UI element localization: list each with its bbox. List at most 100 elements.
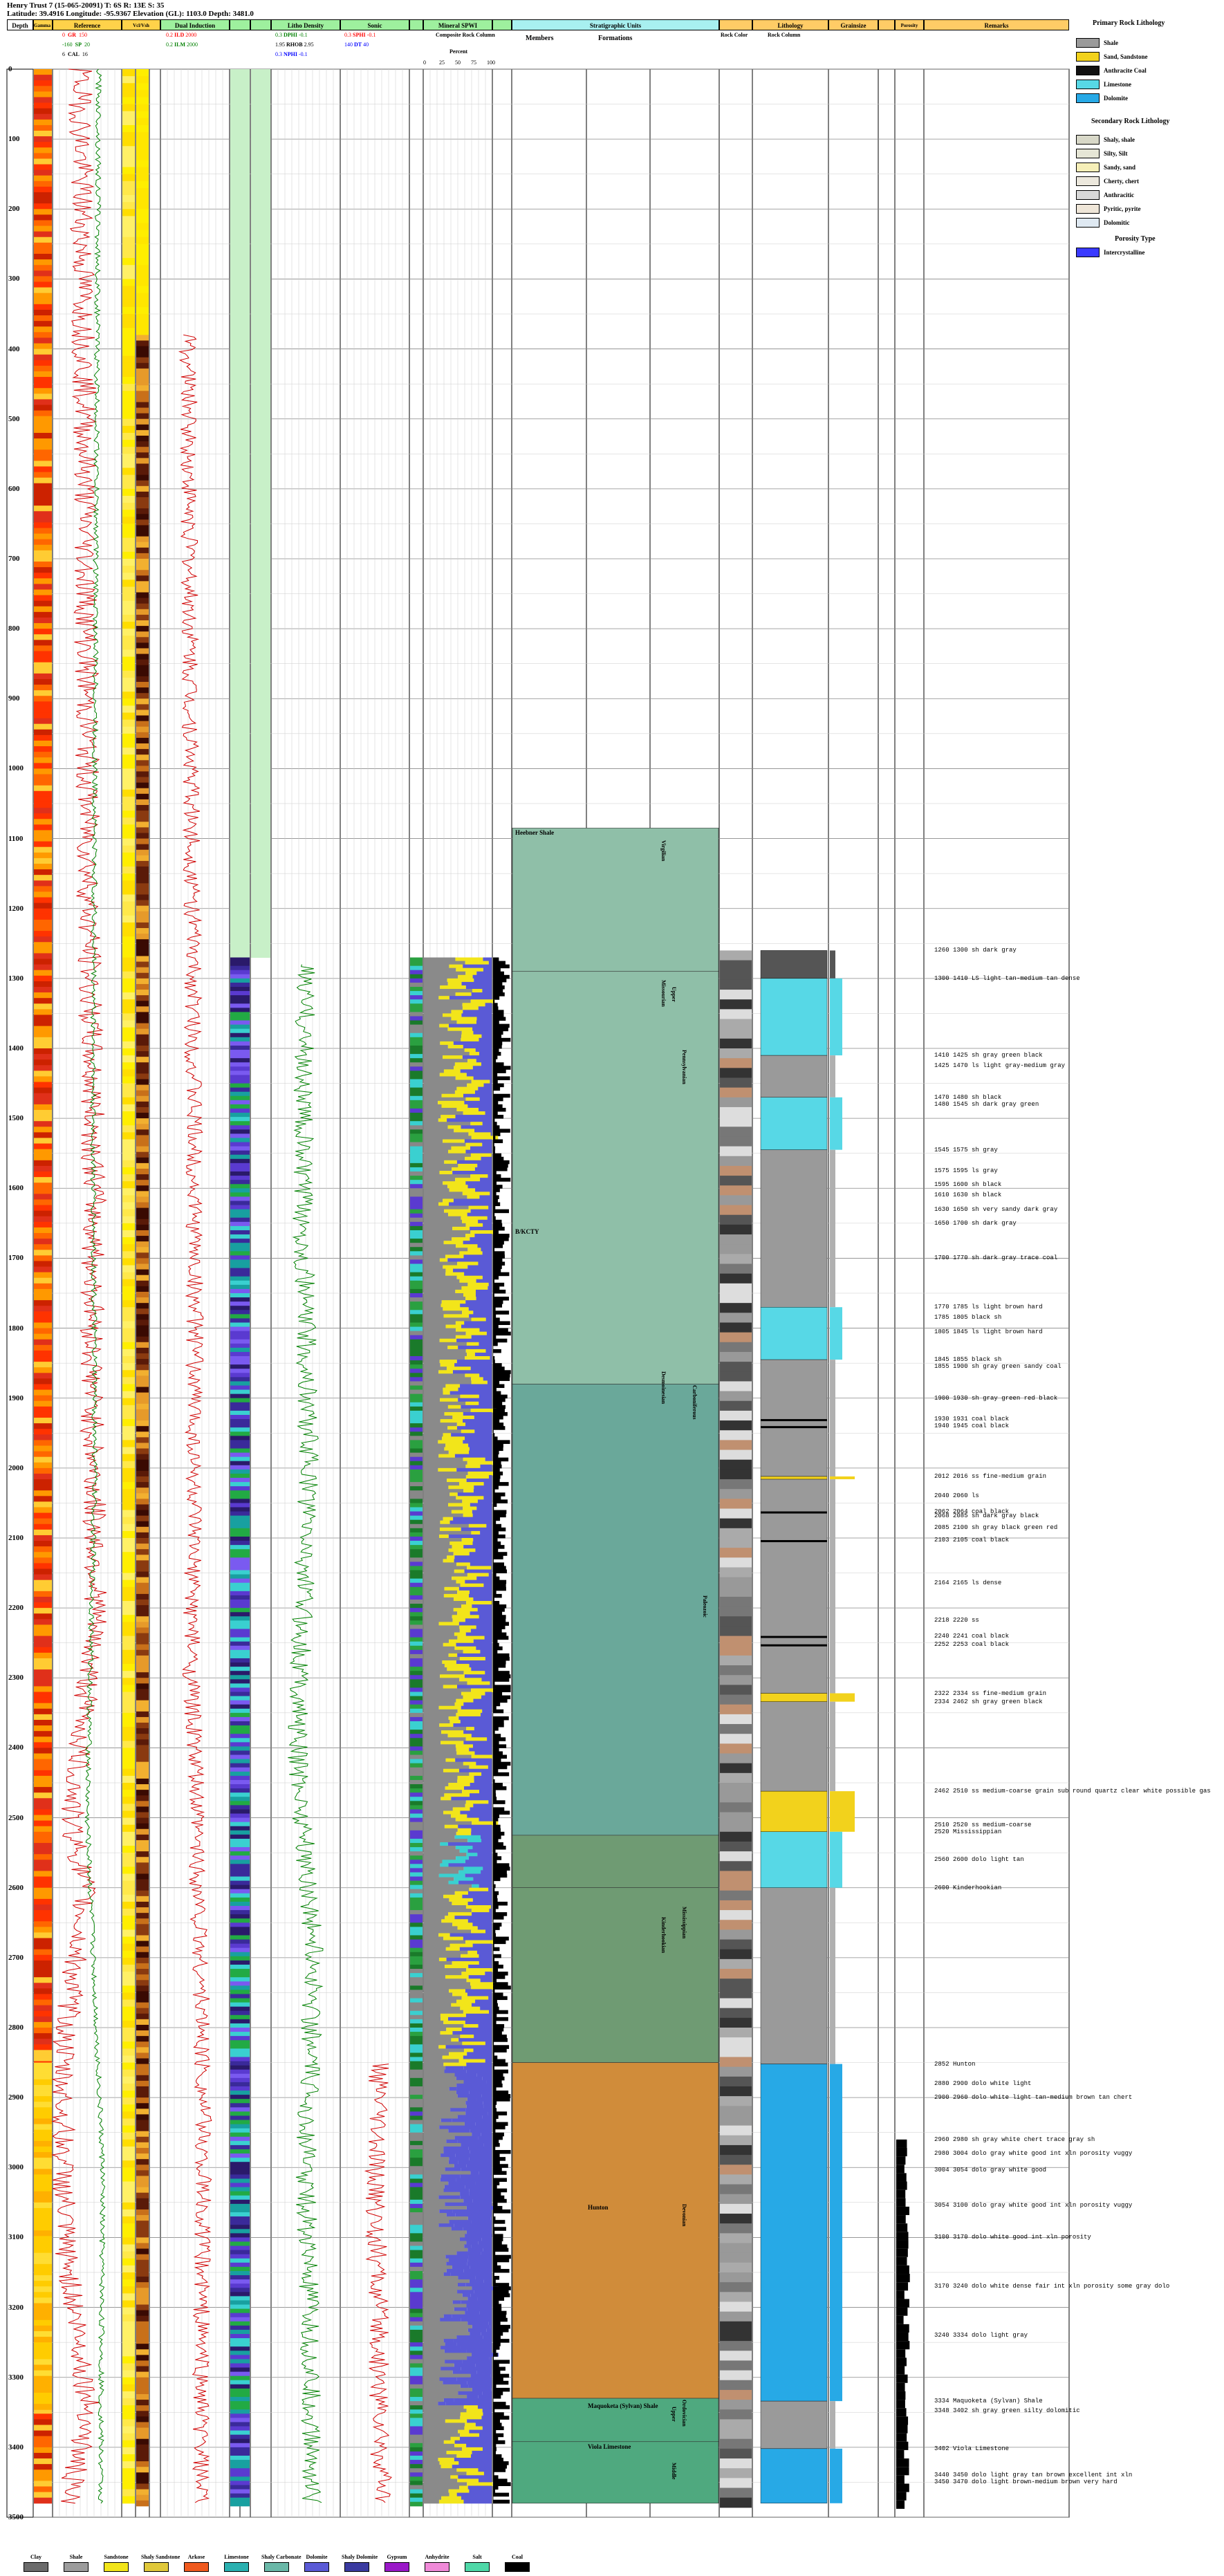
vcl-color-cell [122, 1615, 135, 1622]
spwi-sand [467, 2482, 493, 2486]
vcl-color-cell [122, 2230, 135, 2238]
spwi-sand [447, 1125, 461, 1129]
lithology-interval [760, 1479, 828, 1694]
mineral-color-cell [410, 1058, 423, 1063]
gr-color-cell [34, 1389, 52, 1396]
gr-color-cell [34, 69, 52, 75]
vsh-color-cell [230, 1683, 250, 1688]
gr-color-cell [34, 651, 52, 658]
vcl-color-cell [122, 867, 135, 874]
spwi-shale [424, 2132, 472, 2137]
vcl-color-cell [122, 2104, 135, 2112]
res-color-cell [136, 1488, 149, 1494]
gr-color-cell [34, 1876, 52, 1883]
mineral-color-cell [410, 2136, 423, 2142]
porosity-bar [493, 1800, 506, 1804]
porosity-bar [493, 2346, 500, 2350]
mineral-color-cell [410, 2095, 423, 2100]
vcl-color-cell [122, 663, 135, 671]
mineral-color-cell [410, 2229, 423, 2234]
res-color-cell [136, 1823, 149, 1830]
gr-color-cell [34, 1748, 52, 1754]
spwi-dolo [469, 1450, 492, 1455]
gr-color-cell [34, 1596, 52, 1603]
spwi-sand [447, 1345, 458, 1350]
depth-tick-label: 1800 [8, 1324, 24, 1333]
porosity-bar [493, 1433, 495, 1437]
spwi-dolo [485, 1457, 492, 1462]
spwi-shale [424, 1059, 468, 1063]
res-color-cell [136, 956, 149, 963]
depth-tick-label: 100 [8, 135, 20, 144]
spwi-dolo [461, 2496, 492, 2501]
gr-color-cell [34, 1960, 52, 1967]
spwi-shale [424, 1653, 449, 1658]
gr-color-cell [34, 992, 52, 999]
spwi-shale [424, 1450, 449, 1455]
spwi-sand [461, 1037, 479, 1042]
vcl-color-cell [122, 195, 135, 203]
gr-color-cell [34, 192, 52, 198]
res-color-cell [136, 536, 149, 543]
spwi-shale [424, 1093, 442, 1098]
spwi-dolo [460, 2346, 492, 2350]
vsh-color-cell [230, 1331, 250, 1336]
mineral-color-cell [410, 2002, 423, 2008]
vsh-color-cell [230, 1977, 250, 1982]
mineral-color-cell [410, 2367, 423, 2373]
res-color-cell [136, 2388, 149, 2395]
spwi-sand [466, 1853, 478, 1857]
res-color-cell [136, 447, 149, 453]
res-color-cell [136, 2198, 149, 2205]
spwi-dolo [455, 1758, 492, 1763]
res-color-cell [136, 458, 149, 464]
spwi-sand [439, 1360, 457, 1364]
porosity-bar [493, 1411, 508, 1416]
spwi-shale [424, 2017, 441, 2021]
res-color-cell [136, 990, 149, 996]
res-color-cell [136, 1135, 149, 1142]
spwi-dolo [479, 1954, 492, 1958]
spwi-dolo [465, 2283, 492, 2287]
vsh-color-cell [230, 2170, 250, 2175]
vcl-color-cell [122, 1916, 135, 1923]
vsh-color-cell [230, 2010, 250, 2016]
gr-color-cell [34, 2191, 52, 2198]
porosity-bar [493, 2447, 497, 2452]
rock-color-cell [720, 1831, 752, 1842]
remark-line: 2900 2960 dolo white light tan-medium br… [934, 2094, 1133, 2102]
mineral-color-cell [410, 2292, 423, 2297]
porosity-bar [493, 1534, 506, 1539]
spwi-sand [456, 2083, 478, 2088]
spwi-sand [438, 1622, 459, 1626]
vsh-color-cell [230, 1209, 250, 1214]
gr-color-cell [34, 1149, 52, 1156]
vsh-color-cell [230, 1335, 250, 1340]
gr-color-cell [34, 522, 52, 528]
spwi-dolo [467, 1849, 492, 1853]
vcl-color-cell [122, 761, 135, 769]
spwi-dolo [488, 1996, 492, 2001]
porosity-bar [493, 1100, 499, 1105]
spwi-dolo [463, 1419, 492, 1423]
vsh-color-cell [230, 2086, 250, 2091]
porosity-bar [493, 1146, 496, 1151]
spwi-dolo [458, 2475, 492, 2479]
spwi-shale [424, 1636, 458, 1640]
spwi-dolo [483, 1223, 492, 1227]
spwi-dolo [475, 1289, 492, 1294]
vsh-color-cell [230, 1016, 250, 1021]
spwi-sand [462, 1310, 474, 1315]
res-color-cell [136, 407, 149, 414]
vsh-color-cell [230, 1990, 250, 1994]
vcl-color-cell [122, 250, 135, 259]
res-color-cell [136, 732, 149, 739]
mineral-color-cell [410, 2501, 423, 2507]
mineral-color-cell [410, 2325, 423, 2331]
res-color-cell [136, 2053, 149, 2059]
res-color-cell [136, 816, 149, 822]
porosity-bar [493, 1548, 499, 1553]
porosity-bar [493, 996, 500, 1000]
strat-label: Viola Limestone [588, 2443, 631, 2450]
res-color-cell [136, 2494, 149, 2501]
